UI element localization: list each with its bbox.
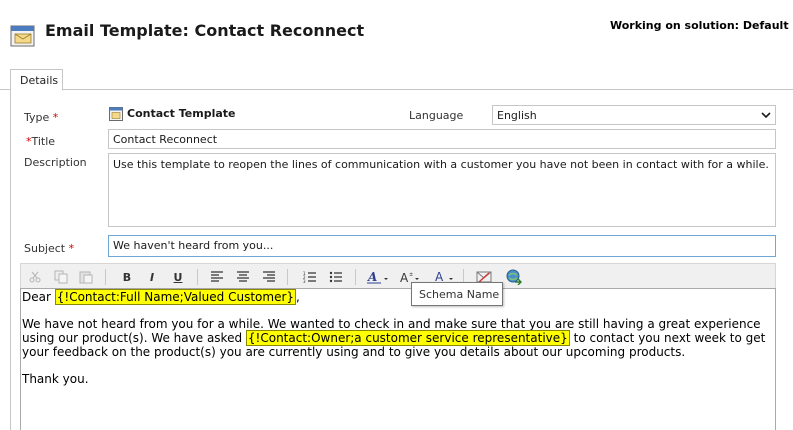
body-paragraph: We have not heard from you for a while. …	[22, 317, 766, 359]
type-label: Type *	[24, 111, 59, 124]
insert-hyperlink-icon[interactable]	[505, 268, 523, 286]
type-value[interactable]: Contact Template	[127, 107, 236, 120]
contact-template-icon	[109, 107, 123, 121]
svg-text:3: 3	[303, 279, 306, 283]
language-select[interactable]: English	[492, 105, 776, 125]
language-label: Language	[409, 109, 464, 122]
description-label: Description	[24, 156, 87, 169]
language-value: English	[497, 109, 537, 122]
subject-input[interactable]: We haven't heard from you...	[108, 235, 776, 257]
subject-label: Subject *	[24, 242, 75, 255]
bulleted-list-icon[interactable]	[327, 268, 345, 286]
svg-text:A: A	[400, 271, 409, 284]
svg-text:±: ±	[409, 272, 413, 278]
chevron-down-icon	[761, 112, 771, 119]
title-label: *Title	[26, 135, 56, 148]
email-template-icon	[10, 25, 35, 47]
paste-icon[interactable]	[77, 268, 95, 286]
align-right-icon[interactable]	[260, 268, 278, 286]
cut-icon[interactable]	[26, 268, 44, 286]
slug-contact-full-name[interactable]: {!Contact:Full Name;Valued Customer}	[54, 289, 297, 305]
font-icon[interactable]: A	[366, 268, 390, 286]
description-textarea[interactable]: Use this template to reopen the lines of…	[108, 153, 776, 227]
align-center-icon[interactable]	[234, 268, 252, 286]
required-marker: *	[68, 242, 75, 255]
page-header: Email Template: Contact Reconnect Workin…	[0, 0, 793, 56]
title-input[interactable]: Contact Reconnect	[108, 129, 776, 149]
copy-icon[interactable]	[52, 268, 70, 286]
greeting-line: Dear {!Contact:Full Name;Valued Customer…	[22, 289, 300, 305]
page-title: Email Template: Contact Reconnect	[45, 21, 365, 40]
required-marker: *	[52, 111, 59, 124]
closing-line: Thank you.	[22, 372, 89, 386]
schema-name-tooltip: Schema Name	[411, 282, 503, 306]
tab-details[interactable]: Details	[10, 69, 63, 91]
svg-text:A: A	[367, 270, 377, 284]
bold-icon[interactable]: B	[118, 268, 136, 286]
underline-icon[interactable]: U	[169, 268, 187, 286]
solution-indicator: Working on solution: Default Solut	[610, 19, 793, 32]
italic-icon[interactable]: I	[143, 268, 161, 286]
align-left-icon[interactable]	[208, 268, 226, 286]
tab-strip: Details	[0, 69, 793, 91]
numbered-list-icon[interactable]: 123	[301, 268, 319, 286]
email-body-editor[interactable]: Dear {!Contact:Full Name;Valued Customer…	[20, 288, 776, 430]
editor-toolbar: B I U 123 A A ± A	[20, 263, 776, 289]
slug-contact-owner[interactable]: {!Contact:Owner;a customer service repre…	[245, 330, 570, 346]
